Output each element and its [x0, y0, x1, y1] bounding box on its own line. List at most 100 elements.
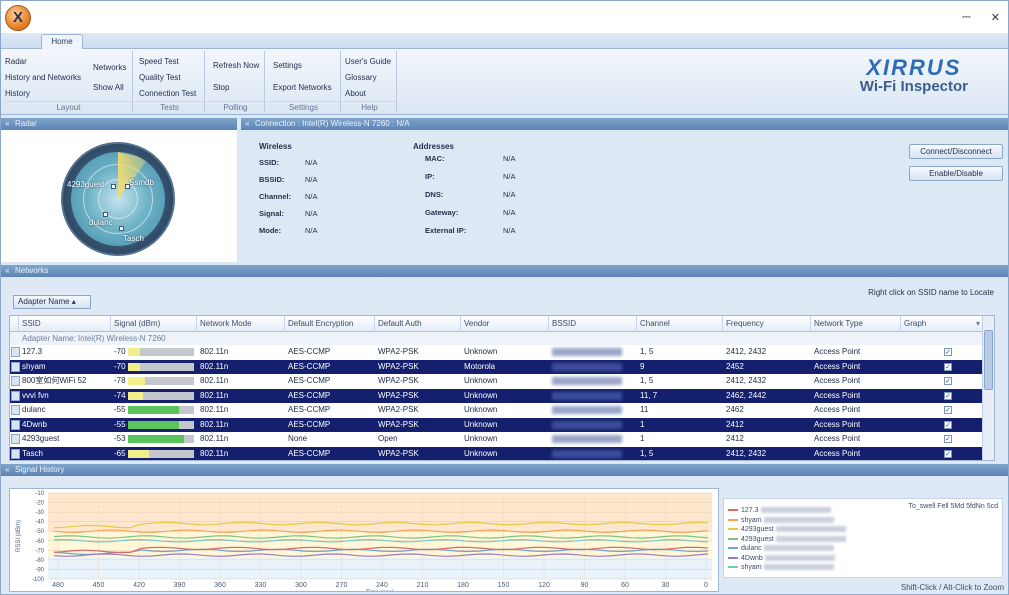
legend-item[interactable]: 4293guest: [728, 526, 846, 533]
network-mode-cell: 802.11n: [200, 376, 229, 385]
close-window-button[interactable]: ✕: [991, 11, 1000, 24]
table-row[interactable]: dulanc -55 802.11n AES-CCMP WPA2-PSK Unknown 1…: [10, 403, 994, 418]
graph-checkbox[interactable]: ✓: [944, 435, 952, 443]
zoom-hint: Shift-Click / Alt-Click to Zoom: [900, 583, 1004, 592]
app-logo-icon[interactable]: X: [5, 5, 31, 31]
column-header-graph[interactable]: Graph: [904, 319, 926, 328]
legend-item[interactable]: 127.3: [728, 507, 831, 514]
column-header-vendor[interactable]: Vendor: [464, 319, 489, 328]
column-filter-icon[interactable]: ▾: [976, 319, 980, 328]
network-mode-cell: 802.11n: [200, 448, 229, 458]
column-header-ssid[interactable]: SSID: [22, 319, 41, 328]
ssid-cell[interactable]: 127.3: [22, 345, 108, 359]
column-header-frequency[interactable]: Frequency: [726, 319, 764, 328]
legend-item[interactable]: 4Dwnb: [728, 555, 835, 562]
column-header-network-mode[interactable]: Network Mode: [200, 319, 252, 328]
show-all-button[interactable]: Show All: [93, 83, 124, 92]
graph-checkbox[interactable]: ✓: [944, 406, 952, 414]
graph-checkbox[interactable]: ✓: [944, 391, 952, 400]
graph-checkbox[interactable]: ✓: [944, 362, 952, 371]
adapter-name-group-button[interactable]: Adapter Name ▴: [13, 295, 91, 309]
enable-disable-button[interactable]: Enable/Disable: [909, 166, 1003, 181]
ssid-cell[interactable]: Tasch: [22, 447, 108, 461]
speed-test-button[interactable]: Speed Test: [139, 57, 179, 66]
signal-history-plot: -10 -20 -30 -40 -50 -60 -70 -80 -90 -100 480 450 420…: [16, 491, 712, 594]
quality-test-button[interactable]: Quality Test: [139, 73, 181, 82]
signal-band-weak: [48, 557, 712, 579]
legend-item[interactable]: dulanc: [728, 545, 834, 552]
frequency-cell: 2412: [726, 434, 744, 443]
radar-display[interactable]: 4293guest Ssmdb dulanc Tasch: [61, 142, 175, 256]
column-header-default-encryption[interactable]: Default Encryption: [288, 319, 353, 328]
refresh-now-button[interactable]: Refresh Now: [213, 61, 259, 70]
table-row[interactable]: 4293guest -53 802.11n None Open Unknown 1 2412 A…: [10, 432, 994, 447]
history-networks-layout-button[interactable]: History and Networks: [5, 73, 81, 82]
ssid-cell[interactable]: 800室如何WiFi 52: [22, 374, 108, 388]
networks-layout-button[interactable]: Networks: [93, 63, 126, 72]
column-header-channel[interactable]: Channel: [640, 319, 670, 328]
legend-item[interactable]: shyam: [728, 517, 834, 524]
table-row[interactable]: shyam -70 802.11n AES-CCMP WPA2-PSK Motorola 9…: [10, 359, 994, 374]
ssid-cell[interactable]: 4293guest: [22, 432, 108, 446]
export-networks-button[interactable]: Export Networks: [273, 83, 332, 92]
signal-strength-fill: [128, 377, 145, 385]
connection-test-button[interactable]: Connection Test: [139, 89, 196, 98]
adapter-group-row[interactable]: Adapter Name: Intel(R) Wireless-N 7260: [10, 332, 994, 345]
ssid-cell[interactable]: vvvi fvn: [22, 389, 108, 403]
graph-checkbox[interactable]: ✓: [944, 449, 952, 458]
glossary-button[interactable]: Glossary: [345, 73, 377, 82]
networks-panel: Adapter Name ▴ Right click on SSID name …: [1, 277, 1008, 463]
radar-network-marker[interactable]: [119, 226, 124, 231]
column-header-network-type[interactable]: Network Type: [814, 319, 863, 328]
wireless-field-value: N/A: [305, 209, 318, 218]
radar-layout-button[interactable]: Radar: [5, 57, 27, 66]
radar-network-marker[interactable]: [111, 184, 116, 189]
legend-item[interactable]: shyam: [728, 564, 834, 571]
history-layout-button[interactable]: History: [5, 89, 30, 98]
ssid-cell[interactable]: 4Dwnb: [22, 418, 108, 432]
x-tick-label: 180: [457, 582, 469, 589]
table-row[interactable]: 4Dwnb -55 802.11n AES-CCMP WPA2-PSK Unknown 1 2…: [10, 417, 994, 432]
scrollbar-thumb[interactable]: [984, 330, 993, 390]
table-row[interactable]: 127.3 -70 802.11n AES-CCMP WPA2-PSK Unknown 1,…: [10, 345, 994, 360]
column-header-signal-dbm-[interactable]: Signal (dBm): [114, 319, 160, 328]
radar-panel-header[interactable]: Radar: [1, 118, 237, 130]
ssid-cell[interactable]: dulanc: [22, 403, 108, 417]
settings-button[interactable]: Settings: [273, 61, 302, 70]
networks-panel-header[interactable]: Networks: [1, 265, 1008, 277]
graph-checkbox[interactable]: ✓: [944, 377, 952, 385]
stop-polling-button[interactable]: Stop: [213, 83, 229, 92]
signal-strength-fill: [128, 420, 179, 429]
users-guide-button[interactable]: User's Guide: [345, 57, 391, 66]
channel-cell: 1: [640, 434, 645, 443]
graph-checkbox[interactable]: ✓: [944, 420, 952, 429]
connect-disconnect-button[interactable]: Connect/Disconnect: [909, 144, 1003, 159]
ssid-cell[interactable]: shyam: [22, 360, 108, 374]
network-row-icon: [11, 361, 20, 372]
about-button[interactable]: About: [345, 89, 366, 98]
vendor-cell: Unknown: [464, 434, 498, 443]
legend-item[interactable]: 4293guest: [728, 536, 846, 543]
table-row[interactable]: 800室如何WiFi 52 -78 802.11n AES-CCMP WPA2-PSK U…: [10, 374, 994, 389]
address-field-label: DNS:: [425, 190, 444, 199]
legend-item-label: shyam: [741, 516, 762, 524]
vendor-cell: Unknown: [464, 390, 498, 400]
table-row[interactable]: Tasch -65 802.11n AES-CCMP WPA2-PSK Unknown 1,…: [10, 446, 994, 461]
signal-history-chart[interactable]: -10 -20 -30 -40 -50 -60 -70 -80 -90 -100 480 450 420…: [9, 488, 719, 594]
graph-checkbox[interactable]: ✓: [944, 348, 952, 356]
network-type-cell: Access Point: [814, 434, 861, 443]
radar-network-marker[interactable]: [103, 212, 108, 217]
column-header-default-auth[interactable]: Default Auth: [378, 319, 422, 328]
bssid-cell-redacted: [552, 435, 622, 443]
radar-panel: 4293guest Ssmdb dulanc Tasch: [1, 130, 237, 262]
column-header-bssid[interactable]: BSSID: [552, 319, 576, 328]
restore-window-button[interactable]: ⎓: [962, 11, 971, 24]
signal-history-panel-header[interactable]: Signal History: [1, 464, 1008, 476]
address-field-value: N/A: [503, 208, 516, 217]
table-scrollbar[interactable]: [982, 316, 994, 460]
tab-home[interactable]: Home: [41, 34, 83, 50]
network-mode-cell: 802.11n: [200, 405, 229, 414]
signal-strength-fill: [128, 406, 179, 414]
table-row[interactable]: vvvi fvn -74 802.11n AES-CCMP WPA2-PSK Unknow…: [10, 388, 994, 403]
connection-panel-header[interactable]: Connection : Intel(R) Wireless-N 7260 : …: [241, 118, 1008, 130]
